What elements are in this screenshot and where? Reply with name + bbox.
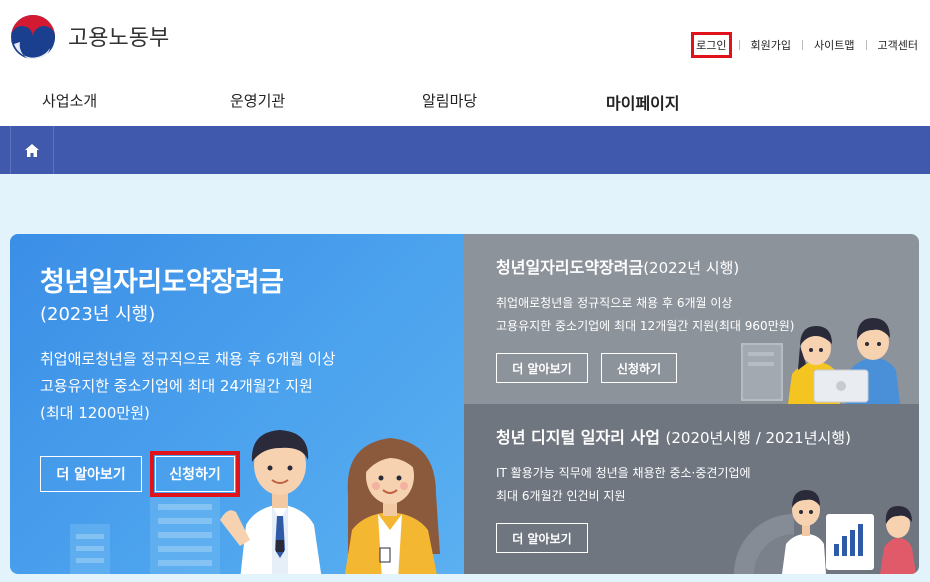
program-2022-more-button[interactable]: 더 알아보기 <box>496 353 588 383</box>
woman-illustration <box>344 438 440 574</box>
header: 고용노동부 로그인 회원가입 사이트맵 고객센터 <box>0 0 930 80</box>
main-card-description: 취업애로청년을 정규직으로 채용 후 6개월 이상 고용유지한 중소기업에 최대… <box>40 346 336 427</box>
digital-jobs-desc-line: 최대 6개월간 인건비 지원 <box>496 489 626 503</box>
digital-jobs-description: IT 활용가능 직무에 청년을 채용한 중소·중견기업에 최대 6개월간 인건비… <box>496 462 751 508</box>
util-divider <box>865 40 867 50</box>
digital-jobs-card: 청년 디지털 일자리 사업 (2020년시행 / 2021년시행) IT 활용가… <box>464 404 919 574</box>
nav-item-mypage[interactable]: 마이페이지 <box>606 90 680 114</box>
main-program-card: 청년일자리도약장려금 (2023년 시행) 취업애로청년을 정규직으로 채용 후… <box>10 234 464 574</box>
main-more-button[interactable]: 더 알아보기 <box>40 456 142 492</box>
main-card-desc-line: 취업애로청년을 정규직으로 채용 후 6개월 이상 <box>40 350 336 368</box>
nav-item-operators[interactable]: 운영기관 <box>230 90 285 111</box>
home-button[interactable] <box>10 126 54 174</box>
main-card-desc-line: 고용유지한 중소기업에 최대 24개월간 지원 <box>40 377 313 395</box>
program-2022-desc-line: 고용유지한 중소기업에 최대 12개월간 지원(최대 960만원) <box>496 319 795 333</box>
main-card-subtitle: (2023년 시행) <box>40 304 156 325</box>
main-card-title: 청년일자리도약장려금 <box>40 267 284 298</box>
main-navigation: 사업소개 운영기관 알림마당 마이페이지 <box>0 80 930 126</box>
program-2022-card: 청년일자리도약장려금(2022년 시행) 취업애로청년을 정규직으로 채용 후 … <box>464 234 919 404</box>
sitemap-link[interactable]: 사이트맵 <box>814 37 854 53</box>
digital-jobs-title-main: 청년 디지털 일자리 사업 <box>496 428 660 447</box>
content-area: 청년일자리도약장려금 (2023년 시행) 취업애로청년을 정규직으로 채용 후… <box>0 174 930 582</box>
help-center-link[interactable]: 고객센터 <box>878 37 918 53</box>
program-2022-title-main: 청년일자리도약장려금 <box>496 258 644 277</box>
taegeuk-logo-icon[interactable] <box>10 14 56 60</box>
digital-jobs-title: 청년 디지털 일자리 사업 (2020년시행 / 2021년시행) <box>496 424 851 448</box>
main-card-desc-line: (최대 1200만원) <box>40 404 150 422</box>
program-2022-title-suffix: (2022년 시행) <box>643 259 740 277</box>
presentation-illustration <box>734 490 916 574</box>
program-2022-desc-line: 취업애로청년을 정규직으로 채용 후 6개월 이상 <box>496 296 733 310</box>
util-divider <box>802 40 804 50</box>
nav-item-business-intro[interactable]: 사업소개 <box>42 90 97 111</box>
breadcrumb-bar <box>0 126 930 174</box>
login-link[interactable]: 로그인 <box>691 32 732 58</box>
main-apply-button[interactable]: 신청하기 <box>150 451 240 497</box>
program-2022-description: 취업애로청년을 정규직으로 채용 후 6개월 이상 고용유지한 중소기업에 최대… <box>496 292 794 338</box>
digital-jobs-more-button[interactable]: 더 알아보기 <box>496 523 588 553</box>
signup-link[interactable]: 회원가입 <box>751 37 791 53</box>
digital-jobs-desc-line: IT 활용가능 직무에 청년을 채용한 중소·중견기업에 <box>496 466 751 480</box>
util-divider <box>738 40 740 50</box>
utility-menu: 로그인 회원가입 사이트맵 고객센터 <box>691 32 918 58</box>
home-icon <box>25 143 39 157</box>
program-2022-apply-button[interactable]: 신청하기 <box>601 353 677 383</box>
brand-name[interactable]: 고용노동부 <box>68 20 169 52</box>
program-2022-title: 청년일자리도약장려금(2022년 시행) <box>496 254 739 278</box>
digital-jobs-title-suffix: (2020년시행 / 2021년시행) <box>665 429 851 447</box>
nav-item-notice[interactable]: 알림마당 <box>422 90 477 111</box>
